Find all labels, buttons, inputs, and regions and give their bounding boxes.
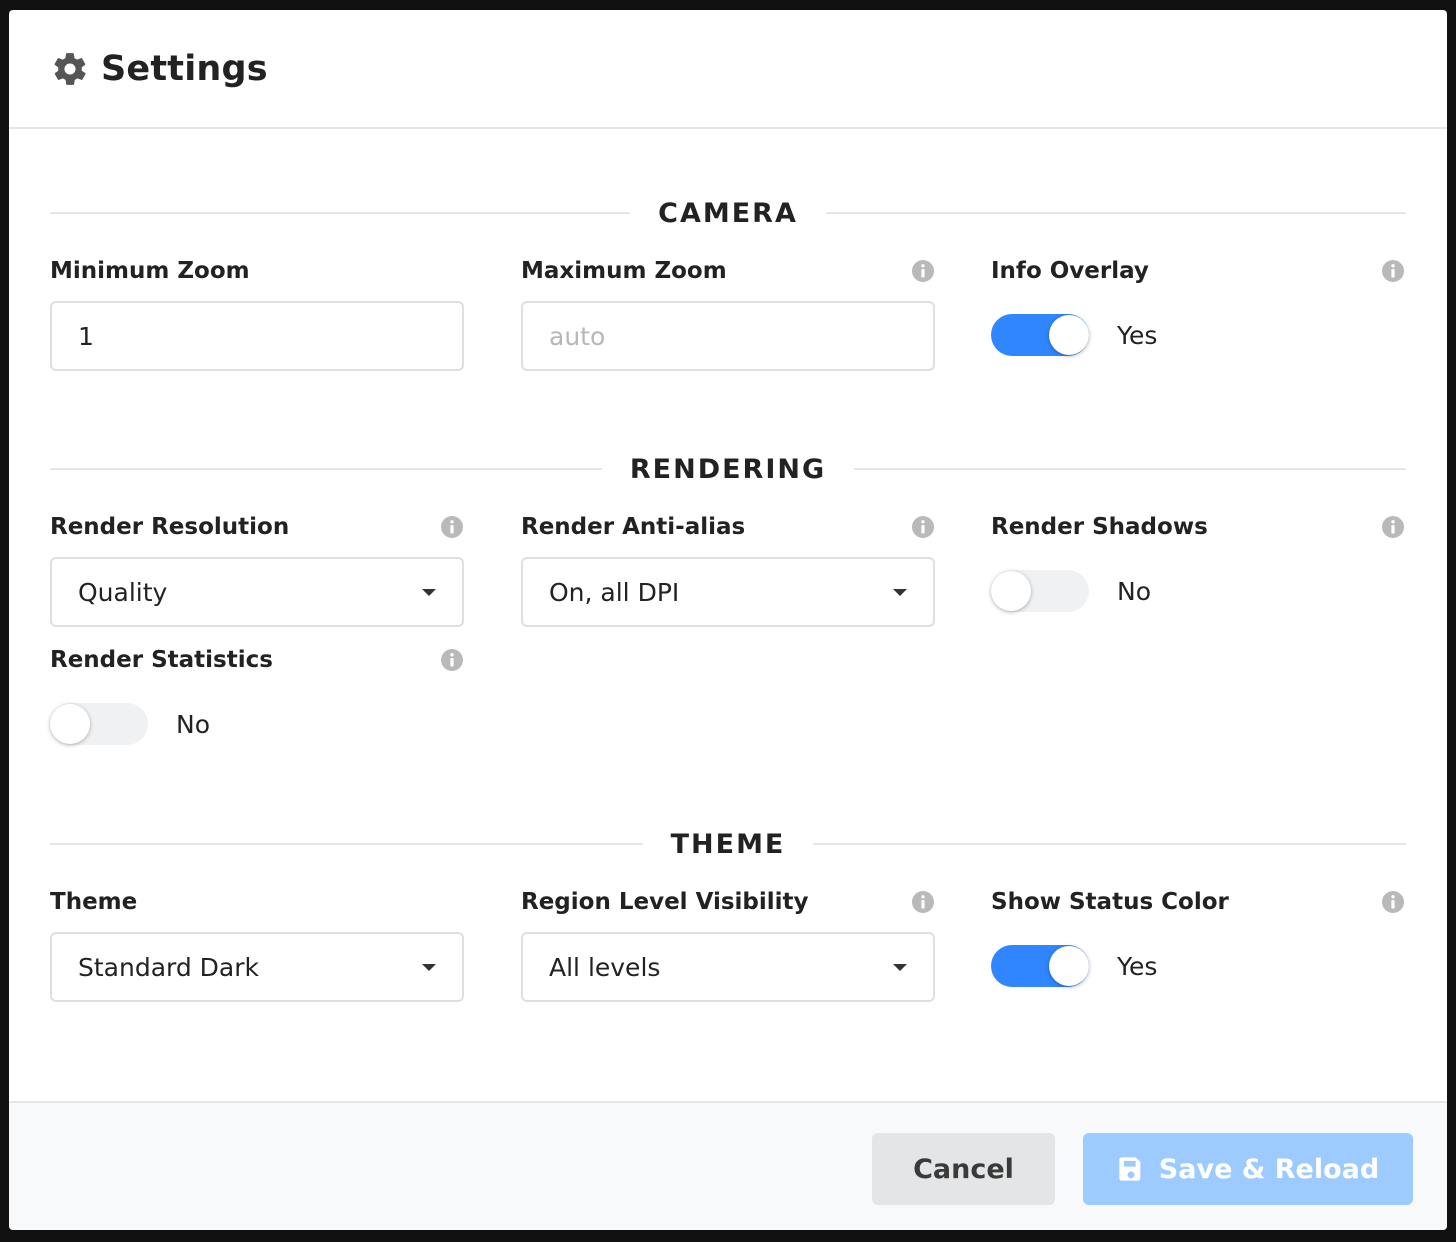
field-render-resolution: Render Resolution Quality bbox=[50, 512, 464, 627]
select-value: On, all DPI bbox=[549, 577, 680, 607]
caret-down-icon bbox=[422, 588, 436, 596]
info-icon[interactable] bbox=[911, 259, 935, 283]
section-title: THEME bbox=[670, 828, 786, 860]
field-label-row: Info Overlay bbox=[991, 256, 1405, 286]
field-label: Maximum Zoom bbox=[521, 258, 727, 284]
info-icon[interactable] bbox=[440, 648, 464, 672]
info-icon[interactable] bbox=[911, 515, 935, 539]
field-label: Render Statistics bbox=[50, 647, 273, 673]
section-title: RENDERING bbox=[629, 453, 827, 485]
toggle-state-label: Yes bbox=[1117, 951, 1158, 981]
field-label: Show Status Color bbox=[991, 889, 1229, 915]
field-maximum-zoom: Maximum Zoom bbox=[521, 256, 935, 371]
field-label: Render Anti-alias bbox=[521, 514, 746, 540]
field-render-shadows: Render Shadows No bbox=[991, 512, 1405, 612]
info-icon[interactable] bbox=[1381, 259, 1405, 283]
save-reload-button[interactable]: Save & Reload bbox=[1083, 1133, 1413, 1205]
section-theme-heading: THEME bbox=[50, 824, 1406, 864]
caret-down-icon bbox=[893, 588, 907, 596]
info-overlay-toggle[interactable] bbox=[991, 314, 1089, 356]
field-render-statistics: Render Statistics No bbox=[50, 645, 464, 745]
field-minimum-zoom: Minimum Zoom bbox=[50, 256, 464, 371]
field-label-row: Theme bbox=[50, 887, 464, 917]
field-label: Render Resolution bbox=[50, 514, 290, 540]
floppy-disk-icon bbox=[1119, 1157, 1141, 1181]
info-icon[interactable] bbox=[911, 890, 935, 914]
show-status-color-toggle[interactable] bbox=[991, 945, 1089, 987]
field-label-row: Render Shadows bbox=[991, 512, 1405, 542]
field-region-level-visibility: Region Level Visibility All levels bbox=[521, 887, 935, 1002]
divider bbox=[854, 468, 1407, 470]
render-statistics-toggle[interactable] bbox=[50, 703, 148, 745]
render-shadows-toggle[interactable] bbox=[991, 570, 1089, 612]
theme-select[interactable]: Standard Dark bbox=[50, 932, 464, 1002]
toggle-row: Yes bbox=[991, 945, 1157, 987]
maximum-zoom-input[interactable] bbox=[521, 301, 935, 371]
info-icon[interactable] bbox=[440, 515, 464, 539]
region-level-visibility-select[interactable]: All levels bbox=[521, 932, 935, 1002]
divider bbox=[50, 843, 643, 845]
select-value: Quality bbox=[78, 577, 168, 607]
field-label-row: Render Statistics bbox=[50, 645, 464, 675]
field-render-anti-alias: Render Anti-alias On, all DPI bbox=[521, 512, 935, 627]
divider bbox=[825, 212, 1406, 214]
toggle-knob bbox=[1049, 315, 1089, 355]
info-icon[interactable] bbox=[1381, 890, 1405, 914]
dialog-footer: Cancel Save & Reload bbox=[9, 1101, 1447, 1230]
save-reload-label: Save & Reload bbox=[1158, 1153, 1380, 1185]
info-icon[interactable] bbox=[1381, 515, 1405, 539]
field-label-row: Render Anti-alias bbox=[521, 512, 935, 542]
field-show-status-color: Show Status Color Yes bbox=[991, 887, 1405, 987]
section-rendering-heading: RENDERING bbox=[50, 449, 1407, 489]
render-resolution-select[interactable]: Quality bbox=[50, 557, 464, 627]
section-camera-heading: CAMERA bbox=[50, 193, 1406, 233]
toggle-row: No bbox=[991, 570, 1151, 612]
toggle-state-label: No bbox=[176, 709, 210, 739]
gear-icon bbox=[54, 52, 86, 85]
field-label: Render Shadows bbox=[991, 514, 1208, 540]
divider bbox=[50, 468, 602, 470]
caret-down-icon bbox=[893, 963, 907, 971]
cancel-button[interactable]: Cancel bbox=[872, 1133, 1055, 1205]
divider bbox=[813, 843, 1406, 845]
toggle-knob bbox=[991, 571, 1031, 611]
field-label-row: Render Resolution bbox=[50, 512, 464, 542]
field-label: Info Overlay bbox=[991, 258, 1149, 284]
toggle-state-label: Yes bbox=[1117, 320, 1158, 350]
toggle-knob bbox=[50, 704, 90, 744]
field-label-row: Maximum Zoom bbox=[521, 256, 935, 286]
minimum-zoom-input[interactable] bbox=[50, 301, 464, 371]
field-theme: Theme Standard Dark bbox=[50, 887, 464, 1002]
section-title: CAMERA bbox=[658, 197, 798, 229]
field-info-overlay: Info Overlay Yes bbox=[991, 256, 1405, 356]
toggle-row: No bbox=[50, 703, 210, 745]
field-label: Region Level Visibility bbox=[521, 889, 809, 915]
divider bbox=[50, 212, 631, 214]
toggle-row: Yes bbox=[991, 314, 1157, 356]
field-label-row: Region Level Visibility bbox=[521, 887, 935, 917]
dialog-header: Settings bbox=[9, 10, 1447, 129]
field-label-row: Show Status Color bbox=[991, 887, 1405, 917]
select-value: Standard Dark bbox=[78, 952, 260, 982]
toggle-knob bbox=[1049, 946, 1089, 986]
select-value: All levels bbox=[549, 952, 661, 982]
settings-dialog: Settings CAMERA Minimum Zoom Maximum Zoo… bbox=[9, 10, 1447, 1230]
dialog-title: Settings bbox=[101, 48, 268, 89]
field-label: Theme bbox=[50, 889, 138, 915]
toggle-state-label: No bbox=[1117, 576, 1151, 606]
render-anti-alias-select[interactable]: On, all DPI bbox=[521, 557, 935, 627]
caret-down-icon bbox=[422, 963, 436, 971]
field-label: Minimum Zoom bbox=[50, 258, 250, 284]
field-label-row: Minimum Zoom bbox=[50, 256, 464, 286]
